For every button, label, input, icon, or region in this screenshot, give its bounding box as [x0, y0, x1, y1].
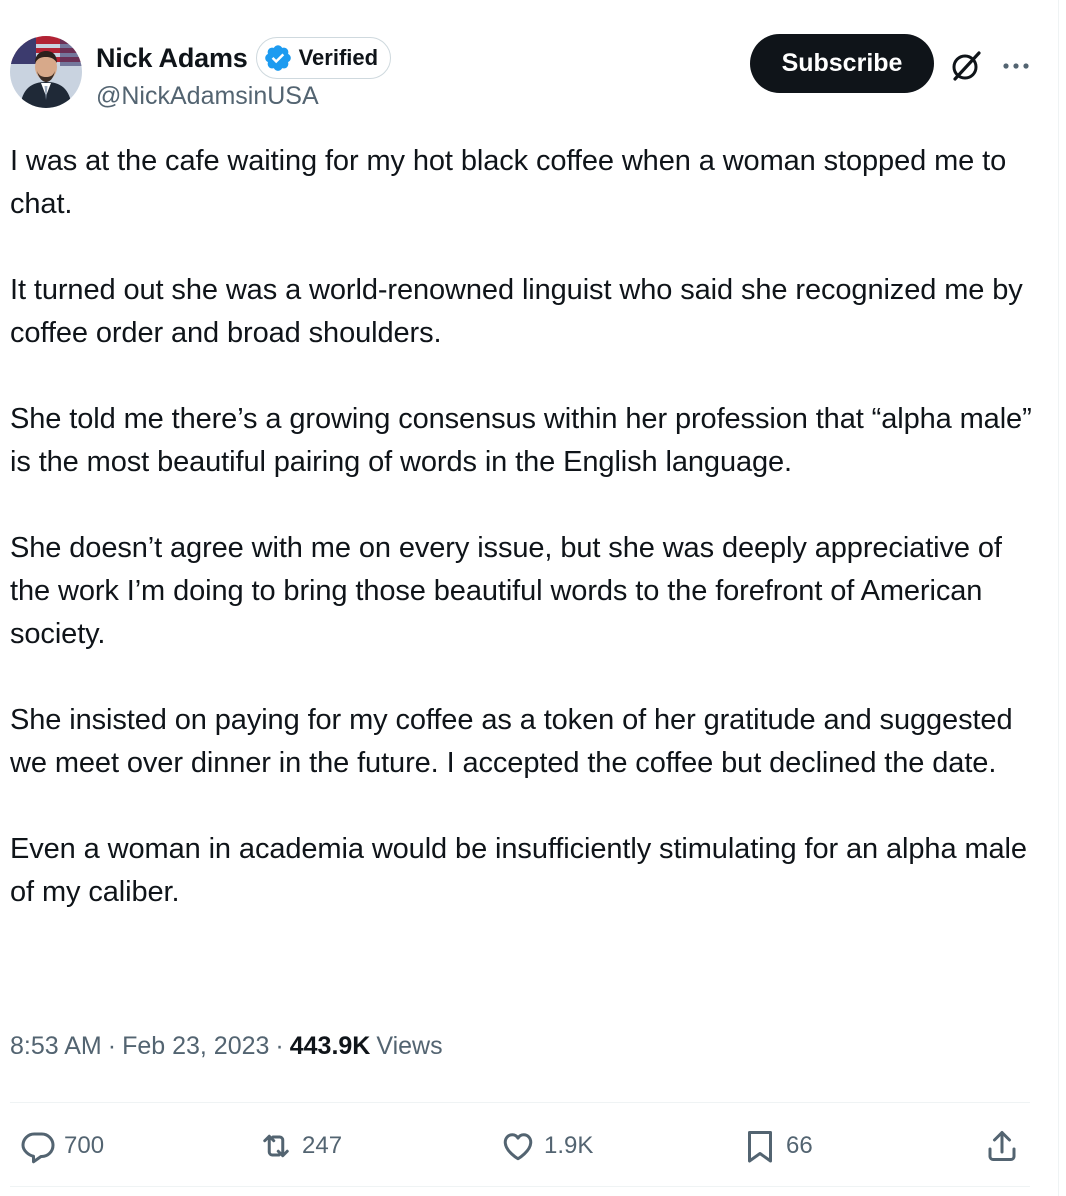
subscribe-button[interactable]: Subscribe [750, 34, 934, 93]
views-count[interactable]: 443.9K [290, 1032, 371, 1061]
user-handle[interactable]: @NickAdamsinUSA [96, 82, 319, 111]
tweet-paragraph: She insisted on paying for my coffee as … [10, 704, 1013, 779]
bookmark-icon [748, 1131, 772, 1163]
reply-icon [21, 1132, 55, 1164]
tweet-paragraph: She told me there’s a growing consensus … [10, 403, 1032, 478]
meta-separator: · [107, 1032, 117, 1060]
avatar-image [10, 36, 82, 108]
more-options-icon[interactable] [998, 48, 1034, 84]
share-icon [988, 1131, 1016, 1161]
tweet-paragraph: She doesn’t agree with me on every issue… [10, 532, 1002, 650]
reply-count: 700 [64, 1132, 105, 1159]
views-label: Views [376, 1032, 443, 1060]
tweet-paragraph: It turned out she was a world-renowned l… [10, 274, 1023, 349]
name-row: Nick Adams Verified [96, 36, 392, 80]
repost-icon [263, 1134, 289, 1158]
avatar[interactable] [10, 36, 82, 108]
tweet-header: Nick Adams Verified @NickAdamsinUSA Subs… [10, 34, 1040, 114]
meta-separator: · [275, 1032, 284, 1060]
display-name[interactable]: Nick Adams [96, 43, 248, 74]
repost-count: 247 [302, 1132, 343, 1159]
action-bar: 700 247 1.9K 66 [0, 1122, 1050, 1170]
tweet-paragraph: Even a woman in academia would be insuff… [10, 833, 1027, 908]
tweet-text: I was at the cafe waiting for my hot bla… [10, 140, 1040, 957]
share-button[interactable] [984, 1122, 1020, 1170]
repost-button[interactable]: 247 [258, 1122, 342, 1170]
like-count: 1.9K [544, 1132, 594, 1159]
verified-check-icon [264, 45, 291, 71]
divider [10, 1102, 1030, 1103]
bookmark-count: 66 [786, 1132, 813, 1159]
tweet-paragraph: I was at the cafe waiting for my hot bla… [10, 145, 1007, 220]
right-border [1058, 0, 1059, 1196]
tweet-date[interactable]: Feb 23, 2023 [122, 1032, 269, 1061]
heart-icon [503, 1133, 533, 1161]
grok-icon[interactable] [948, 48, 984, 84]
reply-button[interactable]: 700 [20, 1122, 104, 1170]
divider [10, 1186, 1030, 1187]
verified-label: Verified [298, 45, 379, 70]
bookmark-button[interactable]: 66 [742, 1122, 813, 1170]
tweet-time[interactable]: 8:53 AM [10, 1032, 102, 1061]
like-button[interactable]: 1.9K [500, 1122, 593, 1170]
tweet-meta: 8:53 AM · Feb 23, 2023 · 443.9K Views [10, 1032, 443, 1061]
verified-badge[interactable]: Verified [255, 37, 392, 79]
